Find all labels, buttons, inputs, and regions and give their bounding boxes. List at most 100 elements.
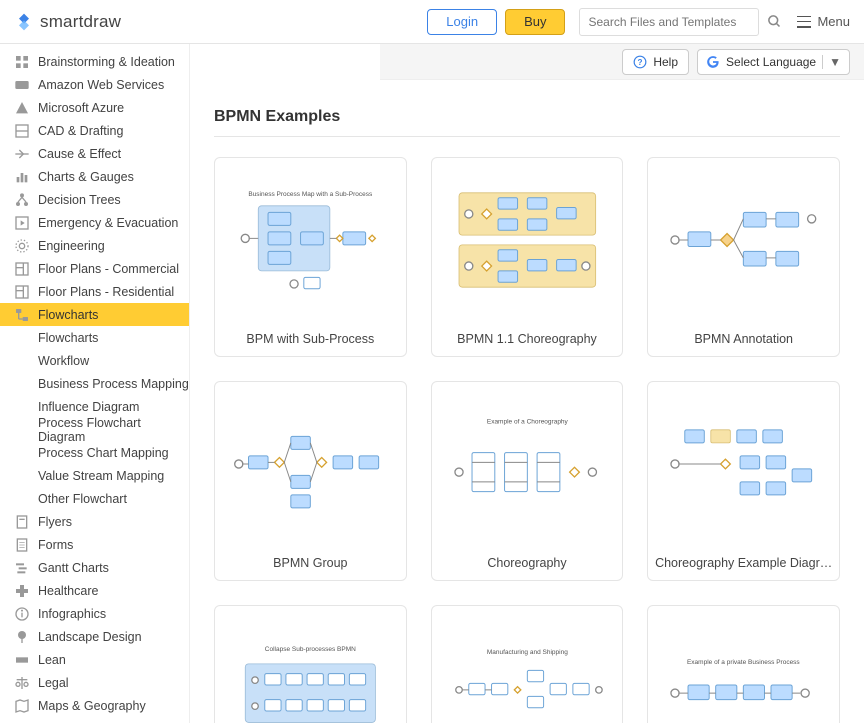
chart-icon — [14, 169, 30, 185]
template-label: BPMN Annotation — [648, 322, 839, 356]
template-thumbnail: Manufacturing and Shipping — [432, 606, 623, 723]
sidebar-item-emergency-evacuation[interactable]: Emergency & Evacuation — [0, 211, 189, 234]
buy-button[interactable]: Buy — [505, 9, 565, 35]
sidebar-item-label: Decision Trees — [38, 193, 121, 207]
template-card[interactable]: Collapse Sub-processes BPMN — [214, 605, 407, 723]
sidebar-item-label: Microsoft Azure — [38, 101, 124, 115]
sidebar-item-decision-trees[interactable]: Decision Trees — [0, 188, 189, 211]
google-translate-icon — [706, 55, 720, 69]
floor-icon — [14, 284, 30, 300]
sidebar-item-label: Emergency & Evacuation — [38, 216, 178, 230]
lean-icon — [14, 652, 30, 668]
aws-icon — [14, 77, 30, 93]
sidebar-item-label: Charts & Gauges — [38, 170, 134, 184]
sidebar-item-engineering[interactable]: Engineering — [0, 234, 189, 257]
sidebar-item-brainstorming-ideation[interactable]: Brainstorming & Ideation — [0, 50, 189, 73]
sidebar-item-maps-geography[interactable]: Maps & Geography — [0, 694, 189, 717]
sidebar-item-label: Flyers — [38, 515, 72, 529]
sidebar-item-cause-effect[interactable]: Cause & Effect — [0, 142, 189, 165]
sidebar-item-charts-gauges[interactable]: Charts & Gauges — [0, 165, 189, 188]
login-button[interactable]: Login — [427, 9, 497, 35]
sidebar-subitem-value-stream-mapping[interactable]: Value Stream Mapping — [0, 464, 189, 487]
sidebar-item-label: Brainstorming & Ideation — [38, 55, 175, 69]
hamburger-icon — [797, 16, 811, 28]
page-title: BPMN Examples — [214, 108, 840, 137]
template-thumbnail — [648, 158, 839, 322]
sidebar-item-amazon-web-services[interactable]: Amazon Web Services — [0, 73, 189, 96]
template-card[interactable]: Business Process Map with a Sub-ProcessB… — [214, 157, 407, 357]
fish-icon — [14, 146, 30, 162]
sidebar-item-forms[interactable]: Forms — [0, 533, 189, 556]
svg-text:?: ? — [638, 57, 643, 66]
language-caret: ▼ — [822, 55, 841, 69]
sidebar-subitem-other-flowchart[interactable]: Other Flowchart — [0, 487, 189, 510]
tree2-icon — [14, 629, 30, 645]
sidebar-item-flowcharts[interactable]: Flowcharts — [0, 303, 189, 326]
form-icon — [14, 537, 30, 553]
template-label: BPMN Group — [215, 546, 406, 580]
sidebar-item-legal[interactable]: Legal — [0, 671, 189, 694]
sidebar-item-label: Landscape Design — [38, 630, 142, 644]
template-thumbnail: Example of a private Business Process — [648, 606, 839, 723]
template-thumbnail: Example of a Choreography — [432, 382, 623, 546]
main-content: BPMN Examples Business Process Map with … — [190, 80, 864, 723]
sidebar-item-gantt-charts[interactable]: Gantt Charts — [0, 556, 189, 579]
language-selector[interactable]: Select Language ▼ — [697, 49, 850, 75]
sidebar-item-label: Forms — [38, 538, 73, 552]
template-card[interactable]: BPMN 1.1 Choreography — [431, 157, 624, 357]
sidebar-item-label: Gantt Charts — [38, 561, 109, 575]
flow-icon — [14, 307, 30, 323]
sidebar-item-infographics[interactable]: Infographics — [0, 602, 189, 625]
template-thumbnail: Business Process Map with a Sub-Process — [215, 158, 406, 322]
search-icon[interactable] — [759, 7, 789, 37]
sidebar-item-label: Infographics — [38, 607, 106, 621]
secondary-toolbar: ? Help Select Language ▼ — [380, 44, 864, 80]
app-header: smartdraw Login Buy Menu — [0, 0, 864, 44]
language-label: Select Language — [726, 55, 816, 69]
sidebar-item-label: Floor Plans - Commercial — [38, 262, 179, 276]
sidebar-item-label: Flowcharts — [38, 308, 98, 322]
sidebar-subitem-business-process-mapping[interactable]: Business Process Mapping — [0, 372, 189, 395]
svg-text:Manufacturing and Shipping: Manufacturing and Shipping — [487, 649, 568, 656]
template-label: Choreography Example Diagr… — [648, 546, 839, 580]
sidebar-subitem-workflow[interactable]: Workflow — [0, 349, 189, 372]
template-card[interactable]: Choreography Example Diagr… — [647, 381, 840, 581]
search-input[interactable] — [579, 8, 759, 36]
map-icon — [14, 698, 30, 714]
template-card[interactable]: Manufacturing and Shipping — [431, 605, 624, 723]
sidebar-item-floor-plans-residential[interactable]: Floor Plans - Residential — [0, 280, 189, 303]
sidebar-item-cad-drafting[interactable]: CAD & Drafting — [0, 119, 189, 142]
health-icon — [14, 583, 30, 599]
sidebar-subitem-process-flowchart-diagram[interactable]: Process Flowchart Diagram — [0, 418, 189, 441]
sidebar-item-label: Amazon Web Services — [38, 78, 164, 92]
template-card[interactable]: Example of a ChoreographyChoreography — [431, 381, 624, 581]
sidebar-item-healthcare[interactable]: Healthcare — [0, 579, 189, 602]
menu-button[interactable]: Menu — [797, 14, 850, 29]
template-grid: Business Process Map with a Sub-ProcessB… — [214, 157, 840, 723]
sidebar-item-floor-plans-commercial[interactable]: Floor Plans - Commercial — [0, 257, 189, 280]
template-label: BPM with Sub-Process — [215, 322, 406, 356]
svg-text:Collapse Sub-processes BPMN: Collapse Sub-processes BPMN — [265, 646, 356, 653]
help-icon: ? — [633, 55, 647, 69]
template-thumbnail: Collapse Sub-processes BPMN — [215, 606, 406, 723]
sidebar-item-label: Cause & Effect — [38, 147, 121, 161]
template-card[interactable]: Example of a private Business Process — [647, 605, 840, 723]
help-button[interactable]: ? Help — [622, 49, 689, 75]
template-card[interactable]: BPMN Annotation — [647, 157, 840, 357]
template-card[interactable]: BPMN Group — [214, 381, 407, 581]
sidebar-item-lean[interactable]: Lean — [0, 648, 189, 671]
logo[interactable]: smartdraw — [14, 12, 121, 32]
template-thumbnail — [432, 158, 623, 322]
sidebar-item-label: Floor Plans - Residential — [38, 285, 174, 299]
azure-icon — [14, 100, 30, 116]
sidebar-item-label: Engineering — [38, 239, 105, 253]
tree-icon — [14, 192, 30, 208]
sidebar-item-landscape-design[interactable]: Landscape Design — [0, 625, 189, 648]
sidebar[interactable]: Brainstorming & Ideation Amazon Web Servi… — [0, 44, 190, 723]
sidebar-item-flyers[interactable]: Flyers — [0, 510, 189, 533]
sidebar-subitem-flowcharts[interactable]: Flowcharts — [0, 326, 189, 349]
sidebar-item-microsoft-azure[interactable]: Microsoft Azure — [0, 96, 189, 119]
template-label: BPMN 1.1 Choreography — [432, 322, 623, 356]
sidebar-subitem-process-chart-mapping[interactable]: Process Chart Mapping — [0, 441, 189, 464]
sidebar-item-label: Maps & Geography — [38, 699, 146, 713]
